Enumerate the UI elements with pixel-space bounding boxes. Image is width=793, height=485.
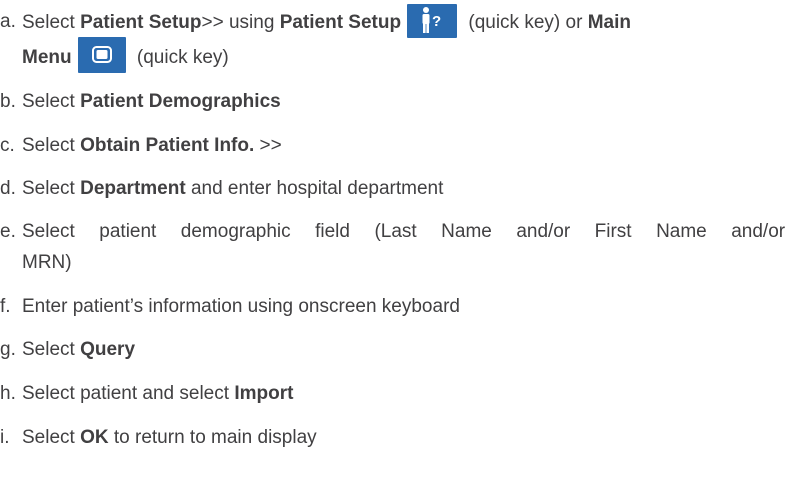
step-marker: c. bbox=[0, 135, 15, 156]
step-marker: f. bbox=[0, 296, 11, 317]
step-marker: i. bbox=[0, 427, 10, 448]
step-word: Name bbox=[441, 221, 492, 242]
step-keyword: Department bbox=[80, 178, 186, 199]
step-word: field bbox=[315, 221, 350, 242]
step-word: Select bbox=[22, 221, 75, 242]
step-word: and/or bbox=[516, 221, 571, 242]
step-text: Select patient and select Import bbox=[22, 378, 787, 409]
step-e-line1: Select patient demographic field (Last N… bbox=[22, 216, 785, 247]
step-text: Enter patient’s information using onscre… bbox=[22, 296, 460, 317]
step-keyword: Obtain Patient Info. bbox=[80, 135, 255, 156]
step-word: (Last bbox=[374, 221, 417, 242]
step-word: Select bbox=[22, 178, 75, 199]
step-marker: d. bbox=[0, 178, 16, 199]
step-word: demographic bbox=[180, 221, 291, 242]
step-word: using bbox=[228, 12, 275, 34]
step-word: (quick key) bbox=[136, 47, 229, 69]
step-word: >> bbox=[259, 135, 282, 156]
step-text: Select Obtain Patient Info. >> bbox=[22, 130, 787, 161]
step-keyword: Patient Setup bbox=[279, 12, 402, 34]
step-keyword: Menu bbox=[22, 47, 72, 69]
step-text: MRN) bbox=[22, 252, 72, 273]
step-marker: h. bbox=[0, 383, 16, 404]
step-word: (quick key) or bbox=[468, 12, 583, 34]
step-text: Menu (quick key) bbox=[22, 37, 787, 76]
step-word: Select bbox=[22, 427, 75, 448]
step-text: Select Patient Demographics bbox=[22, 86, 787, 117]
step-word: patient bbox=[99, 221, 157, 242]
step-text: Select patient demographic field (Last N… bbox=[22, 216, 785, 247]
step-text: Select Patient Setup>> using Patient Set… bbox=[22, 4, 787, 40]
step-text: Select Query bbox=[22, 334, 787, 365]
step-keyword: Patient Setup bbox=[80, 12, 202, 34]
step-word: to return to main display bbox=[113, 427, 317, 448]
step-arrows: >> bbox=[201, 12, 224, 34]
step-text: Select OK to return to main display bbox=[22, 422, 787, 453]
step-word: and/or bbox=[731, 221, 786, 242]
step-keyword: Query bbox=[80, 339, 136, 360]
step-marker: b. bbox=[0, 91, 16, 112]
main-menu-icon bbox=[77, 37, 126, 73]
step-keyword: Main bbox=[587, 12, 631, 34]
step-word: and enter hospital department bbox=[190, 178, 444, 199]
patient-setup-icon: ? bbox=[407, 4, 458, 38]
step-marker: e. bbox=[0, 221, 16, 242]
svg-text:?: ? bbox=[432, 13, 441, 30]
step-word: Name bbox=[656, 221, 707, 242]
step-word: Select bbox=[22, 91, 75, 112]
step-keyword: Import bbox=[234, 383, 294, 404]
step-text: Select Department and enter hospital dep… bbox=[22, 173, 787, 204]
step-word: Select bbox=[22, 135, 75, 156]
step-word: Select patient and select bbox=[22, 383, 230, 404]
step-marker: a. bbox=[0, 11, 16, 32]
step-marker: g. bbox=[0, 339, 16, 360]
step-word: First bbox=[594, 221, 632, 242]
step-keyword: OK bbox=[80, 427, 109, 448]
step-keyword: Patient Demographics bbox=[80, 91, 281, 112]
step-word: Select bbox=[22, 339, 75, 360]
step-word: Select bbox=[22, 12, 75, 34]
